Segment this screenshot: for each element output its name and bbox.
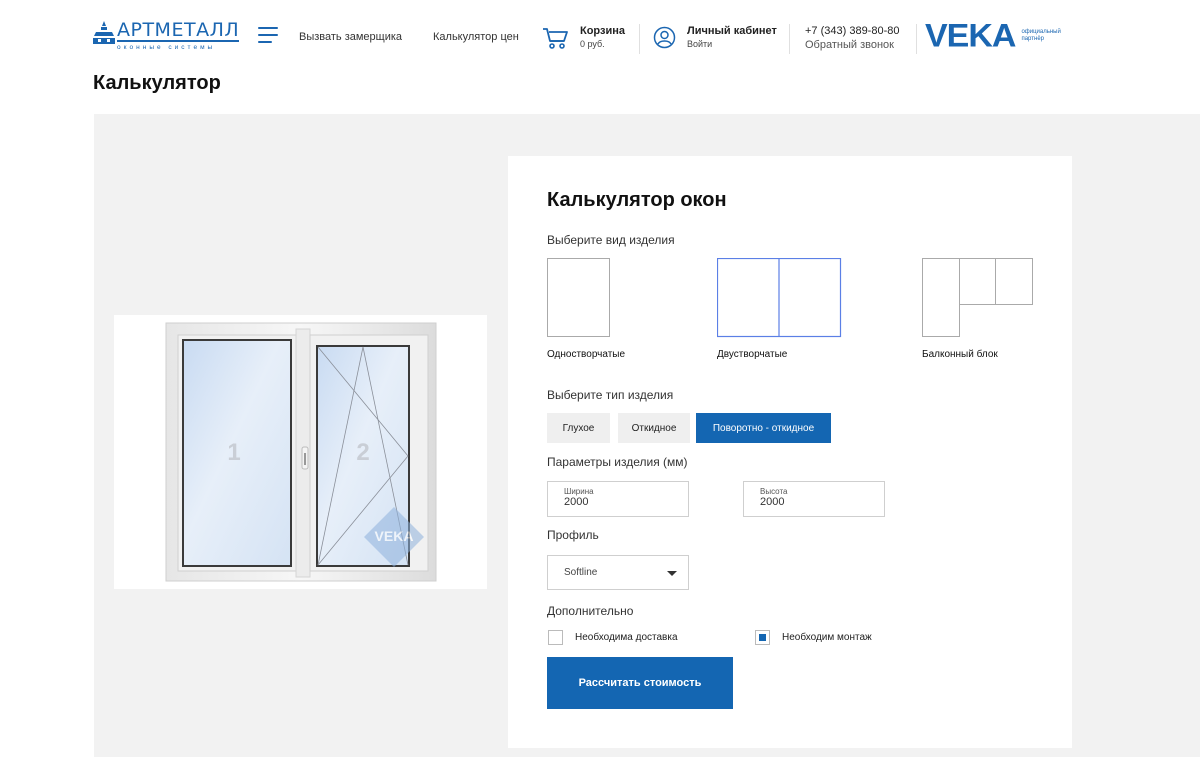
cart-sum: 0 руб. bbox=[580, 39, 605, 49]
veka-brand: VEKA bbox=[925, 17, 1016, 55]
width-field-label: Ширина bbox=[564, 487, 594, 496]
phone-block: +7 (343) 389-80-80 Обратный звонок bbox=[805, 24, 899, 52]
height-field[interactable]: Высота 2000 bbox=[743, 481, 885, 517]
header-divider bbox=[639, 24, 640, 54]
profile-select[interactable]: Softline bbox=[547, 555, 689, 590]
product-kind-label: Выберите вид изделия bbox=[547, 233, 675, 247]
product-kind-double[interactable] bbox=[716, 257, 842, 343]
callback-link[interactable]: Обратный звонок bbox=[805, 38, 899, 52]
installation-checkbox-label[interactable]: Необходим монтаж bbox=[782, 632, 872, 643]
nav-call-measurer[interactable]: Вызвать замерщика bbox=[299, 31, 402, 43]
calculate-cost-button[interactable]: Рассчитать стоимость bbox=[547, 657, 733, 709]
partner-note-line1: официальный bbox=[1021, 29, 1061, 35]
user-circle-icon bbox=[653, 26, 676, 49]
cart-icon bbox=[543, 27, 568, 49]
sash-number-2: 2 bbox=[356, 439, 369, 466]
sash-number-1: 1 bbox=[227, 439, 240, 466]
site-header: АРТМЕТАЛЛ оконные системы Вызвать замерщ… bbox=[0, 0, 1200, 70]
delivery-checkbox[interactable]: Необходима доставка bbox=[548, 630, 678, 645]
double-sash-icon bbox=[716, 257, 842, 338]
product-kind-balcony[interactable] bbox=[922, 258, 1034, 343]
height-field-label: Высота bbox=[760, 487, 788, 496]
phone-number[interactable]: +7 (343) 389-80-80 bbox=[805, 24, 899, 38]
params-label: Параметры изделия (мм) bbox=[547, 455, 688, 469]
width-field-value[interactable]: 2000 bbox=[564, 496, 688, 508]
product-kind-balcony-label[interactable]: Балконный блок bbox=[922, 349, 998, 360]
profile-label: Профиль bbox=[547, 528, 599, 542]
single-sash-icon bbox=[547, 258, 610, 337]
opening-type-label: Выберите тип изделия bbox=[547, 388, 674, 402]
cart-link[interactable]: Корзина 0 руб. bbox=[542, 24, 625, 51]
balcony-block-icon bbox=[922, 258, 1033, 337]
caret-down-icon bbox=[667, 571, 677, 576]
calculator-title: Калькулятор окон bbox=[547, 189, 727, 211]
artmetall-logo[interactable]: АРТМЕТАЛЛ оконные системы bbox=[93, 20, 245, 52]
width-field[interactable]: Ширина 2000 bbox=[547, 481, 689, 517]
header-divider bbox=[789, 24, 790, 54]
header-divider bbox=[916, 24, 917, 54]
opening-type-tilt-turn[interactable]: Поворотно - откидное bbox=[696, 413, 831, 443]
installation-checkbox[interactable]: Необходим монтаж bbox=[755, 630, 872, 645]
delivery-checkbox-label[interactable]: Необходима доставка bbox=[575, 632, 678, 643]
veka-partner-logo: VEKA официальный партнёр bbox=[925, 19, 1061, 53]
account-login[interactable]: Войти bbox=[687, 38, 777, 51]
partner-note-line2: партнёр bbox=[1021, 36, 1044, 42]
opening-type-fixed[interactable]: Глухое bbox=[547, 413, 610, 443]
product-kind-single[interactable] bbox=[547, 258, 611, 343]
preview-watermark: VEKA bbox=[375, 528, 414, 544]
installation-checkbox-box[interactable] bbox=[755, 630, 770, 645]
account-title: Личный кабинет bbox=[687, 25, 777, 37]
product-kind-double-label[interactable]: Двустворчатые bbox=[717, 349, 787, 360]
delivery-checkbox-box[interactable] bbox=[548, 630, 563, 645]
logo-name: АРТМЕТАЛЛ bbox=[117, 19, 240, 42]
logo-subtitle: оконные системы bbox=[117, 44, 216, 51]
account-link[interactable]: Личный кабинет Войти bbox=[653, 24, 777, 51]
height-field-value[interactable]: 2000 bbox=[760, 496, 884, 508]
calculator-card: Калькулятор окон Выберите вид изделия Од… bbox=[508, 156, 1072, 748]
product-kind-single-label[interactable]: Одностворчатые bbox=[547, 349, 625, 360]
nav-price-calculator[interactable]: Калькулятор цен bbox=[433, 31, 519, 43]
hamburger-icon[interactable] bbox=[258, 27, 278, 45]
window-preview-image: VEKA 1 2 bbox=[165, 322, 437, 582]
opening-type-tilt[interactable]: Откидное bbox=[618, 413, 690, 443]
cart-title: Корзина bbox=[580, 25, 625, 37]
profile-select-value: Softline bbox=[564, 567, 598, 578]
window-preview: VEKA 1 2 bbox=[114, 315, 487, 589]
page-title: Калькулятор bbox=[93, 72, 221, 94]
extras-label: Дополнительно bbox=[547, 604, 634, 618]
logo-mark-icon bbox=[93, 21, 115, 44]
